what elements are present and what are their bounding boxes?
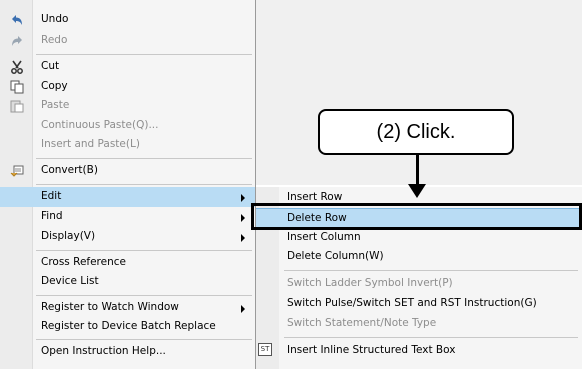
menu-item-device-list[interactable]: Device List [0,272,255,292]
submenu-arrow-icon [241,305,245,313]
instruction-callout: (2) Click. [318,109,514,155]
redo-icon [12,36,22,46]
submenu-separator [284,337,578,338]
menu-item-copy[interactable]: Copy [0,77,255,97]
submenu-item-label: Switch Pulse/Switch SET and RST Instruct… [287,297,537,309]
menu-separator [36,295,252,296]
menu-item-edit[interactable]: Edit [0,187,255,207]
submenu-item-switch-statement-note[interactable]: Switch Statement/Note Type [256,314,582,334]
menu-item-insert-and-paste[interactable]: Insert and Paste(L) [0,135,255,155]
menu-item-label: Copy [41,80,68,92]
menu-separator [36,250,252,251]
menu-item-label: Display(V) [41,230,96,242]
menu-item-register-watch-window[interactable]: Register to Watch Window [0,298,255,318]
menu-item-continuous-paste[interactable]: Continuous Paste(Q)... [0,116,255,136]
menu-item-paste[interactable]: Paste [0,96,255,116]
callout-arrow-line [416,154,419,186]
menu-item-label: Device List [41,275,99,287]
menu-separator [36,54,252,55]
menu-item-label: Edit [41,190,62,202]
submenu-separator [284,270,578,271]
menu-separator [36,158,252,159]
menu-item-convert[interactable]: Convert(B) [0,161,255,181]
menu-item-undo[interactable]: Undo [0,10,255,30]
st-box-icon: ST [258,343,272,356]
editor-area [256,0,582,185]
menu-item-label: Undo [41,13,69,25]
delete-row-highlight-frame [251,203,582,230]
menu-separator [36,184,252,185]
submenu-arrow-icon [241,214,245,222]
menu-item-label: Cut [41,60,60,72]
menu-item-label: Redo [41,34,68,46]
menu-item-register-device-batch-replace[interactable]: Register to Device Batch Replace [0,317,255,337]
submenu-arrow-icon [241,194,245,202]
submenu-item-switch-pulse[interactable]: Switch Pulse/Switch SET and RST Instruct… [256,294,582,314]
menu-separator [36,339,252,340]
submenu-item-label: Insert Column [287,231,361,243]
submenu-item-label: Insert Row [287,191,343,203]
submenu-item-delete-column[interactable]: Delete Column(W) [256,247,582,267]
submenu-item-label: Switch Ladder Symbol Invert(P) [287,277,453,289]
submenu-item-label: Switch Statement/Note Type [287,317,437,329]
undo-icon [12,15,22,25]
callout-arrow-head-icon [408,184,426,198]
paste-icon [10,100,24,113]
menu-item-open-instruction-help[interactable]: Open Instruction Help... [0,342,255,362]
submenu-item-switch-ladder-symbol[interactable]: Switch Ladder Symbol Invert(P) [256,274,582,294]
menu-item-display[interactable]: Display(V) [0,227,255,247]
submenu-item-label: Delete Column(W) [287,250,384,262]
menu-item-label: Cross Reference [41,256,126,268]
copy-icon [10,80,24,94]
menu-item-redo[interactable]: Redo [0,31,255,51]
menu-item-label: Open Instruction Help... [41,345,166,357]
menu-item-label: Convert(B) [41,164,98,176]
submenu-arrow-icon [241,234,245,242]
menu-item-label: Paste [41,99,70,111]
submenu-item-label: Insert Inline Structured Text Box [287,344,456,356]
menu-item-label: Register to Device Batch Replace [41,320,216,332]
menu-item-cut[interactable]: Cut [0,57,255,77]
callout-text: (2) Click. [376,121,456,143]
menu-item-cross-reference[interactable]: Cross Reference [0,253,255,273]
convert-icon [10,165,24,177]
menu-item-label: Find [41,210,63,222]
menu-item-label: Insert and Paste(L) [41,138,140,150]
submenu-item-insert-inline-st-box[interactable]: Insert Inline Structured Text Box [256,341,582,361]
menu-item-label: Continuous Paste(Q)... [41,119,159,131]
cut-icon [11,60,23,74]
menu-item-find[interactable]: Find [0,207,255,227]
menu-item-label: Register to Watch Window [41,301,179,313]
submenu-item-insert-column[interactable]: Insert Column [256,228,582,248]
context-menu: Undo Redo Cut Copy Paste Continuous Past… [0,0,256,369]
